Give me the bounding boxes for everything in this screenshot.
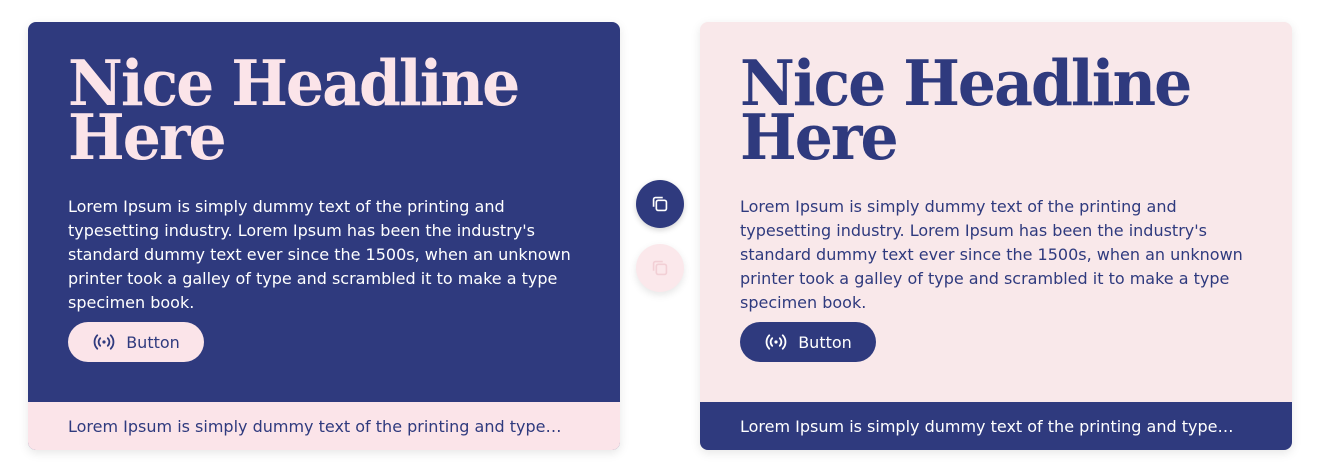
card-headline: Nice Headline Here xyxy=(740,47,1192,175)
copy-icon xyxy=(649,257,671,279)
card-body-text: Lorem Ipsum is simply dummy text of the … xyxy=(740,197,1243,312)
dark-card: Nice Headline Here Lorem Ipsum is simply… xyxy=(28,22,620,450)
card-button[interactable]: Button xyxy=(68,322,204,362)
copy-style-button[interactable] xyxy=(636,180,684,228)
card-button-label: Button xyxy=(798,332,852,352)
copy-style-button-inactive[interactable] xyxy=(636,244,684,292)
broadcast-icon xyxy=(764,330,788,354)
card-footer-text: Lorem Ipsum is simply dummy text of the … xyxy=(740,416,1240,436)
card-footer: Lorem Ipsum is simply dummy text of the … xyxy=(28,402,620,450)
light-card: Nice Headline Here Lorem Ipsum is simply… xyxy=(700,22,1292,450)
card-button[interactable]: Button xyxy=(740,322,876,362)
card-headline: Nice Headline Here xyxy=(68,47,520,175)
copy-icon xyxy=(649,193,671,215)
card-body-text: Lorem Ipsum is simply dummy text of the … xyxy=(68,197,571,312)
light-card-body: Nice Headline Here Lorem Ipsum is simply… xyxy=(700,22,1292,402)
dark-card-body: Nice Headline Here Lorem Ipsum is simply… xyxy=(28,22,620,402)
card-button-label: Button xyxy=(126,332,180,352)
card-footer: Lorem Ipsum is simply dummy text of the … xyxy=(700,402,1292,450)
broadcast-icon xyxy=(92,330,116,354)
card-footer-text: Lorem Ipsum is simply dummy text of the … xyxy=(68,416,568,436)
card-showcase: Nice Headline Here Lorem Ipsum is simply… xyxy=(0,0,1337,476)
